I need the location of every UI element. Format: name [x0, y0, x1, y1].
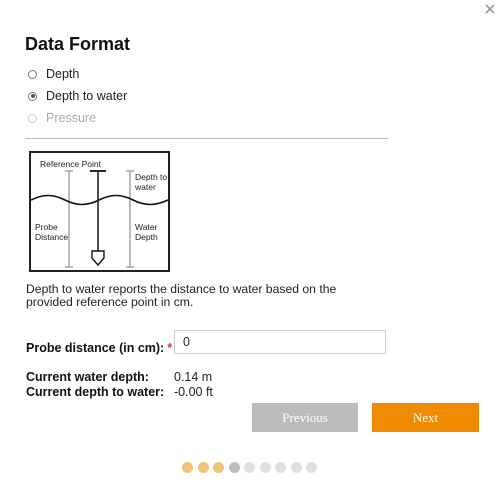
step-dot-completed — [213, 462, 224, 473]
radio-label: Pressure — [46, 111, 97, 125]
label-line: Probe — [35, 222, 58, 232]
step-dot-current — [228, 462, 240, 473]
step-dot-upcoming — [290, 462, 302, 473]
current-water-depth-label: Current water depth: — [26, 370, 149, 384]
radio-label: Depth to water — [46, 89, 128, 103]
radio-button[interactable] — [28, 69, 37, 79]
step-dot-upcoming — [259, 462, 271, 473]
water-surface-line — [31, 194, 168, 206]
probe-tip — [91, 250, 105, 267]
current-water-depth-value: 0.14 m — [174, 370, 213, 384]
next-button[interactable]: Next — [372, 403, 479, 432]
probe-distance-label: Probe Distance — [35, 222, 68, 242]
previous-button[interactable]: Previous — [252, 403, 358, 432]
reference-point-label: Reference Point — [40, 159, 101, 169]
label-line: Water — [135, 222, 158, 232]
radio-button[interactable] — [28, 91, 37, 101]
probe-distance-input[interactable] — [174, 330, 386, 354]
label-line: Distance — [35, 232, 69, 242]
current-depth-to-water-label: Current depth to water: — [26, 385, 165, 399]
radio-option-pressure: Pressure — [28, 111, 96, 125]
label-line: Depth to — [135, 172, 168, 182]
divider — [25, 138, 388, 139]
required-marker: * — [167, 341, 173, 355]
probe-distance-label: Probe distance (in cm): * — [26, 341, 172, 355]
depth-to-water-label: Depth to water — [135, 172, 167, 192]
step-indicator — [182, 462, 322, 473]
description-text: Depth to water reports the distance to w… — [26, 282, 337, 309]
radio-button — [28, 113, 37, 123]
step-dot-completed — [197, 462, 209, 473]
step-dot-upcoming — [275, 462, 286, 473]
diagram-illustration — [31, 170, 168, 268]
water-depth-label: Water Depth — [135, 222, 158, 242]
close-icon[interactable] — [483, 2, 497, 16]
label-line: water — [135, 182, 156, 192]
current-depth-to-water-value: -0.00 ft — [174, 385, 213, 399]
radio-label: Depth — [46, 67, 80, 81]
dialog-title: Data Format — [25, 34, 131, 54]
radio-option-depth[interactable]: Depth — [28, 67, 79, 81]
step-dot-upcoming — [306, 462, 317, 473]
radio-option-depth-to-water[interactable]: Depth to water — [28, 89, 127, 103]
depth-diagram: Reference Point Depth to water Probe Dis… — [29, 151, 170, 272]
step-dot-upcoming — [244, 462, 255, 473]
label-line: Depth — [135, 232, 158, 242]
step-dot-completed — [182, 462, 193, 473]
probe-distance-label-text: Probe distance (in cm): — [26, 341, 165, 355]
